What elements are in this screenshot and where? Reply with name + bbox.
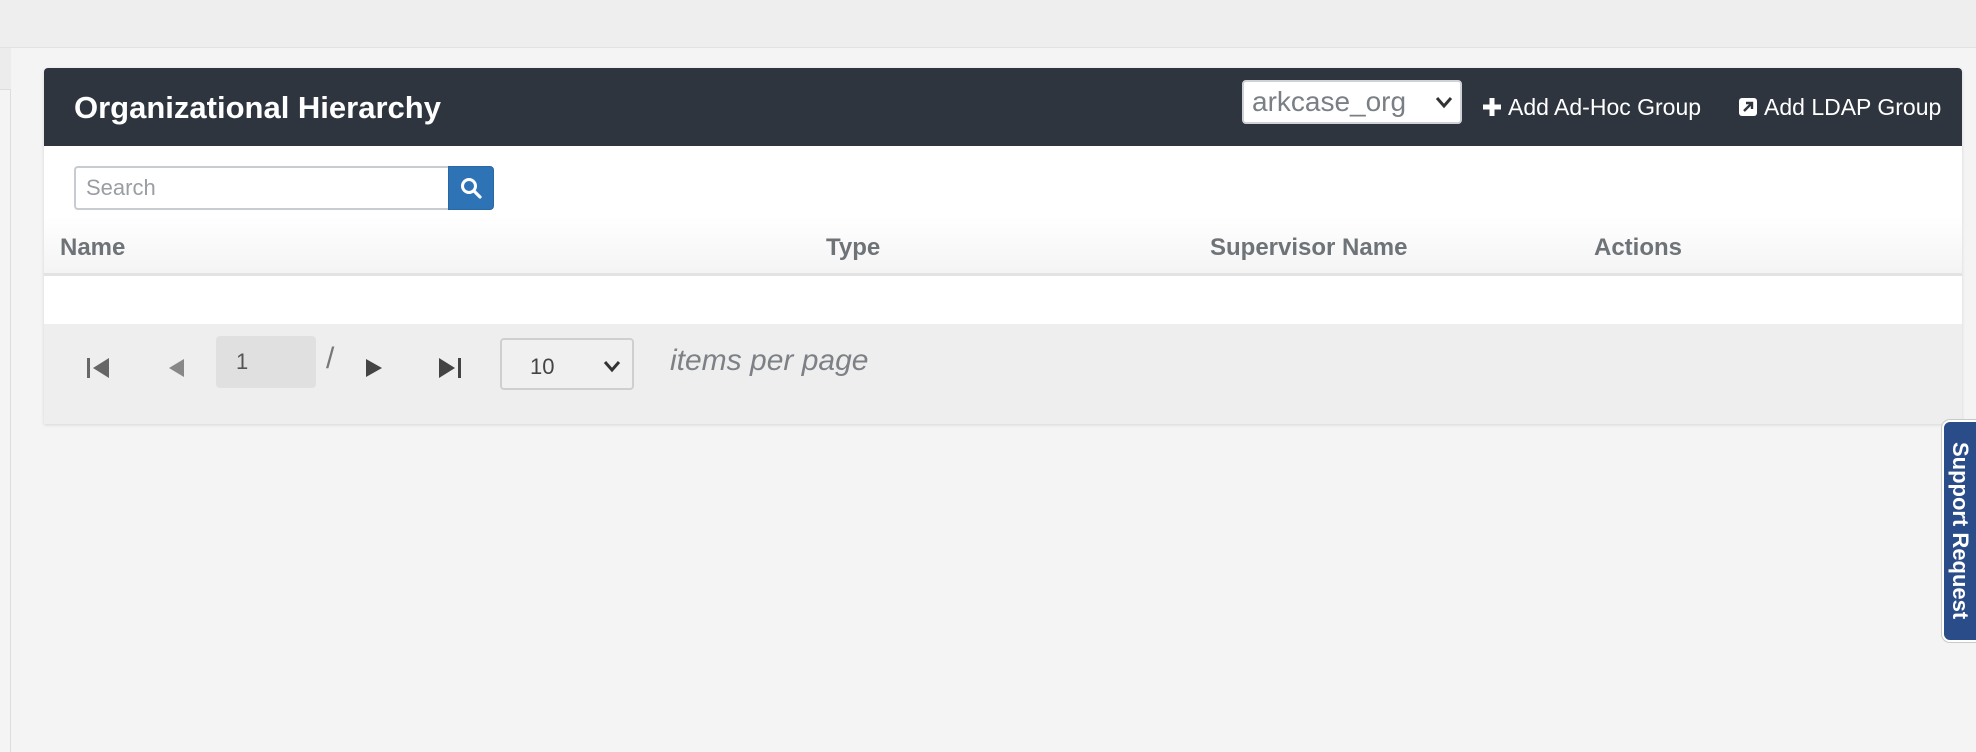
organization-select-value: arkcase_org: [1252, 86, 1407, 117]
column-header-name[interactable]: Name: [60, 234, 125, 262]
column-header-type[interactable]: Type: [826, 234, 880, 262]
search-group: [74, 166, 494, 210]
column-header-actions: Actions: [1594, 234, 1683, 261]
last-page-icon: [439, 358, 461, 378]
column-header-supervisor-name[interactable]: Supervisor Name: [1210, 234, 1407, 262]
top-bar: [0, 0, 1976, 48]
search-button[interactable]: [448, 166, 494, 210]
page-separator: /: [326, 342, 335, 375]
external-link-icon: [1739, 98, 1757, 116]
chevron-down-icon: [1435, 97, 1453, 109]
last-page-button[interactable]: [430, 348, 470, 388]
plus-icon: [1483, 98, 1501, 116]
next-page-button[interactable]: [354, 348, 394, 388]
table-header: Name Type Supervisor Name Actions: [44, 216, 1962, 276]
next-page-icon: [366, 359, 382, 377]
items-per-page-label: items per page: [670, 344, 869, 377]
add-ldap-group-label: Add LDAP Group: [1764, 93, 1942, 120]
left-rail-tab: [0, 48, 11, 90]
add-adhoc-group-button[interactable]: Add Ad-Hoc Group: [1482, 92, 1701, 122]
add-ldap-group-button[interactable]: Add LDAP Group: [1738, 92, 1941, 122]
left-sidebar-rail: [0, 48, 11, 752]
previous-page-button[interactable]: [156, 348, 196, 388]
panel-header: Organizational Hierarchy arkcase_org Add…: [44, 68, 1962, 146]
org-hierarchy-panel: Organizational Hierarchy arkcase_org Add…: [44, 68, 1962, 424]
search-icon: [461, 178, 482, 199]
page-size-value: 10: [530, 354, 555, 379]
support-request-tab[interactable]: Support Request: [1942, 420, 1976, 642]
page-size-select[interactable]: 10: [500, 338, 634, 390]
first-page-button[interactable]: [78, 348, 118, 388]
first-page-icon: [87, 358, 109, 378]
support-request-label: Support Request: [1948, 442, 1973, 620]
prev-page-icon: [169, 359, 184, 377]
page-number-input[interactable]: [216, 336, 316, 388]
table-body-empty: [44, 279, 1962, 319]
add-adhoc-group-label: Add Ad-Hoc Group: [1508, 93, 1702, 120]
page-title: Organizational Hierarchy: [74, 90, 441, 125]
organization-select[interactable]: arkcase_org: [1242, 80, 1462, 124]
search-input[interactable]: [74, 166, 448, 210]
chevron-down-icon: [603, 361, 621, 373]
pagination-bar: / 10 items per page: [44, 324, 1962, 424]
